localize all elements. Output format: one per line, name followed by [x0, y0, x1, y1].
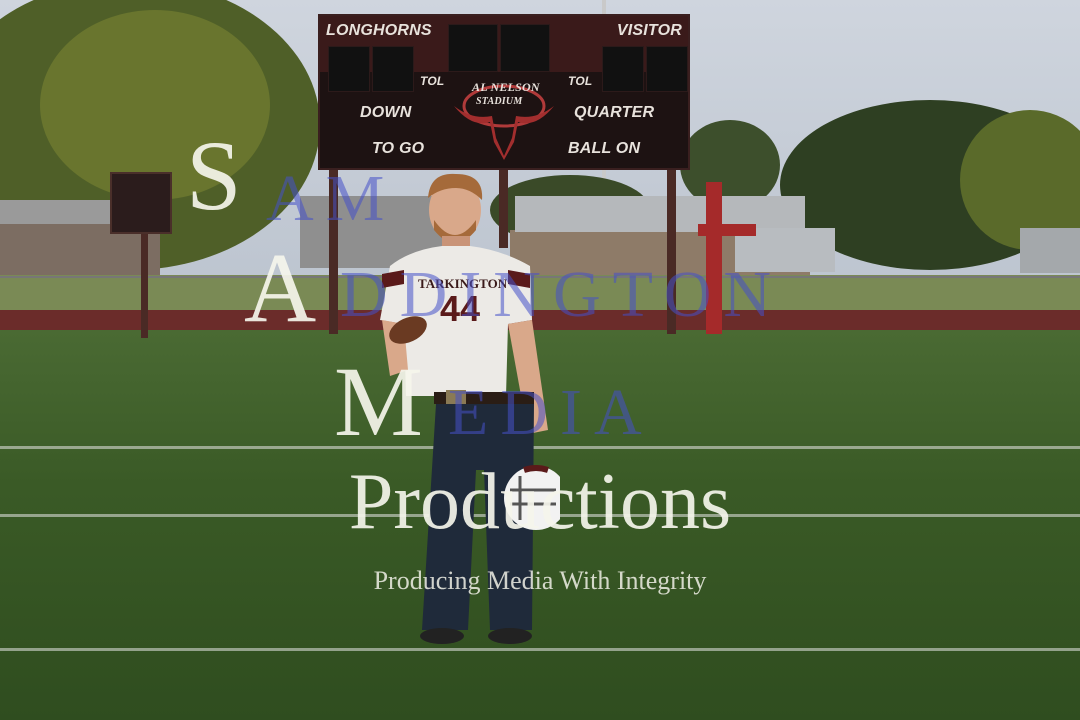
to-go-label: TO GO — [372, 140, 425, 157]
home-score-digit — [372, 46, 414, 92]
quarter-label: QUARTER — [574, 104, 655, 121]
clock-digit — [500, 24, 550, 72]
stadium-word: STADIUM — [476, 96, 523, 107]
sign-post — [141, 232, 148, 338]
visitor-score-digit — [602, 46, 644, 92]
building-right — [1020, 228, 1080, 273]
watermark-line2-rest: DDINGTON — [340, 258, 784, 331]
watermark-initial-m: M — [334, 346, 423, 457]
side-sign — [110, 172, 172, 234]
clock-digit — [448, 24, 498, 72]
down-label: DOWN — [360, 104, 412, 121]
stadium-name: AL NELSON — [472, 80, 540, 94]
watermark-line3-rest: EDIA — [448, 376, 654, 449]
home-label: LONGHORNS — [326, 22, 432, 39]
visitor-score-digit — [646, 46, 688, 92]
visitor-label: VISITOR — [616, 22, 682, 39]
watermark-productions: Productions — [348, 458, 732, 546]
tol-left: TOL — [420, 74, 445, 88]
tol-right: TOL — [568, 74, 593, 88]
cross-bar — [698, 224, 756, 236]
scoreboard: LONGHORNS VISITOR TOL TOL DOWN QUARTER T… — [318, 14, 690, 170]
watermark-initial-s: S — [186, 120, 242, 231]
watermark-initial-a: A — [244, 232, 317, 343]
ball-on-label: BALL ON — [568, 140, 641, 157]
watermark-tagline: Producing Media With Integrity — [373, 566, 707, 595]
photo-scene: LONGHORNS VISITOR TOL TOL DOWN QUARTER T… — [0, 0, 1080, 720]
home-score-digit — [328, 46, 370, 92]
watermark-line1-rest: AM — [266, 162, 397, 235]
